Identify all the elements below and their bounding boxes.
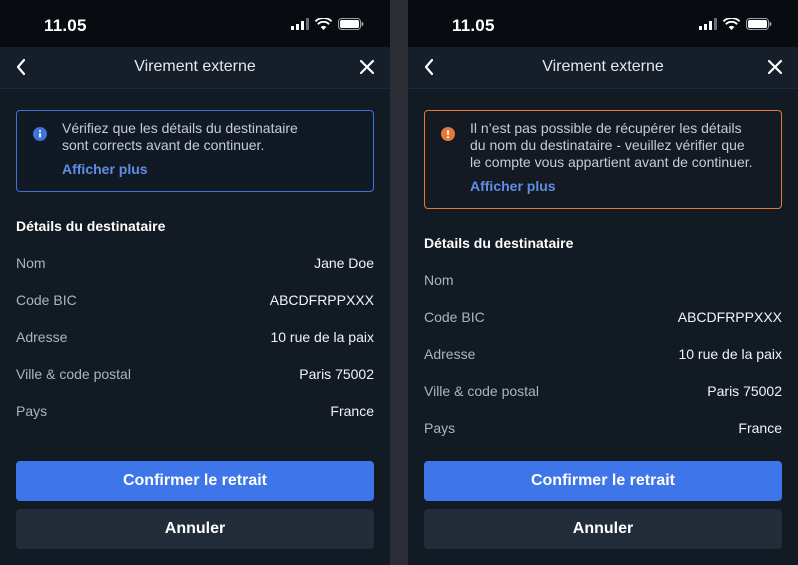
- close-icon: [767, 59, 783, 75]
- close-button[interactable]: [764, 56, 786, 78]
- confirm-withdrawal-button[interactable]: Confirmer le retrait: [16, 461, 374, 501]
- detail-row-address: Adresse 10 rue de la paix: [16, 318, 374, 355]
- signal-icon: [291, 18, 309, 30]
- show-more-link[interactable]: Afficher plus: [470, 178, 556, 194]
- detail-label: Adresse: [424, 345, 476, 362]
- section-title: Détails du destinataire: [16, 218, 166, 234]
- recipient-details: Détails du destinataire Nom Jane Doe Cod…: [16, 218, 374, 429]
- cancel-button[interactable]: Annuler: [16, 509, 374, 549]
- alert-line: Vérifiez que les détails du destinataire: [62, 120, 298, 136]
- wifi-icon: [723, 18, 740, 30]
- detail-label: Ville & code postal: [16, 365, 131, 382]
- detail-label: Pays: [424, 419, 456, 436]
- battery-icon: [338, 18, 364, 30]
- nav-title: Virement externe: [542, 58, 664, 75]
- detail-value: France: [330, 402, 374, 419]
- close-button[interactable]: [356, 56, 378, 78]
- nav-title: Virement externe: [134, 58, 256, 75]
- info-alert: Vérifiez que les détails du destinataire…: [16, 110, 374, 192]
- status-icons: [699, 18, 772, 30]
- detail-row-bic: Code BIC ABCDFRPPXXX: [16, 281, 374, 318]
- status-time: 11.05: [452, 16, 495, 35]
- detail-value: Jane Doe: [314, 254, 374, 271]
- detail-label: Ville & code postal: [424, 382, 539, 399]
- detail-row-address: Adresse 10 rue de la paix: [424, 335, 782, 372]
- status-icons: [291, 18, 364, 30]
- cancel-button[interactable]: Annuler: [424, 509, 782, 549]
- phone-screen-warning: 11.05 Virement externe Il n’est pas poss…: [408, 0, 798, 565]
- detail-row-bic: Code BIC ABCDFRPPXXX: [424, 298, 782, 335]
- nav-bar: Virement externe: [408, 47, 798, 89]
- alert-message: Il n’est pas possible de récupérer les d…: [470, 120, 769, 171]
- detail-value: 10 rue de la paix: [678, 345, 782, 362]
- detail-label: Nom: [16, 254, 46, 271]
- detail-row-city: Ville & code postal Paris 75002: [424, 372, 782, 409]
- detail-label: Code BIC: [16, 291, 77, 308]
- status-time: 11.05: [44, 16, 87, 35]
- detail-label: Code BIC: [424, 308, 485, 325]
- alert-message: Vérifiez que les détails du destinataire…: [62, 120, 361, 154]
- status-bar: 11.05: [0, 0, 390, 47]
- detail-row-country: Pays France: [424, 409, 782, 446]
- detail-value: ABCDFRPPXXX: [677, 308, 782, 325]
- detail-label: Nom: [424, 271, 454, 288]
- detail-row-city: Ville & code postal Paris 75002: [16, 355, 374, 392]
- battery-icon: [746, 18, 772, 30]
- nav-bar: Virement externe: [0, 47, 390, 89]
- phone-screen-info: 11.05 Virement externe Vérifiez que les …: [0, 0, 390, 565]
- warning-icon: [441, 127, 455, 141]
- detail-value: ABCDFRPPXXX: [269, 291, 374, 308]
- close-icon: [359, 59, 375, 75]
- detail-row-country: Pays France: [16, 392, 374, 429]
- status-bar: 11.05: [408, 0, 798, 47]
- detail-label: Adresse: [16, 328, 68, 345]
- wifi-icon: [315, 18, 332, 30]
- signal-icon: [699, 18, 717, 30]
- detail-value: Paris 75002: [299, 365, 374, 382]
- warning-alert: Il n’est pas possible de récupérer les d…: [424, 110, 782, 209]
- recipient-details: Détails du destinataire Nom Code BIC ABC…: [424, 235, 782, 446]
- detail-label: Pays: [16, 402, 48, 419]
- show-more-link[interactable]: Afficher plus: [62, 161, 148, 177]
- detail-row-name: Nom: [424, 261, 782, 298]
- alert-line: le compte vous appartient avant de conti…: [470, 154, 753, 170]
- alert-line: sont corrects avant de continuer.: [62, 137, 265, 153]
- detail-value: France: [738, 419, 782, 436]
- alert-line: Il n’est pas possible de récupérer les d…: [470, 120, 742, 136]
- alert-line: du nom du destinataire - veuillez vérifi…: [470, 137, 745, 153]
- detail-value: 10 rue de la paix: [270, 328, 374, 345]
- confirm-withdrawal-button[interactable]: Confirmer le retrait: [424, 461, 782, 501]
- detail-row-name: Nom Jane Doe: [16, 244, 374, 281]
- section-title: Détails du destinataire: [424, 235, 574, 251]
- info-icon: [33, 127, 47, 141]
- detail-value: Paris 75002: [707, 382, 782, 399]
